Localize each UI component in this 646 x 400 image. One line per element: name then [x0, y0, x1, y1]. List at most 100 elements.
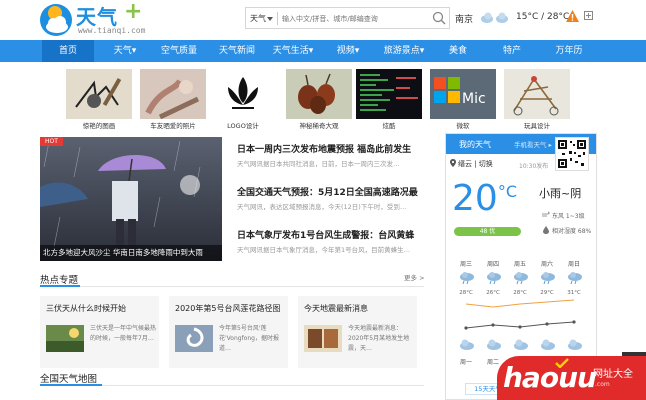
thumb-caption[interactable]: 玩具设计	[504, 120, 570, 130]
widget-humidity: 相对湿度 68%	[552, 228, 592, 235]
main-nav: 首页 天气▾ 空气质量 天气新闻 天气生活▾ 视频▾ 旅游景点▾ 美食 特产 万…	[0, 40, 646, 62]
humidity-icon	[543, 226, 549, 234]
promo-text: 网址大全	[593, 369, 633, 380]
aqi-badge[interactable]: 48 优	[454, 227, 521, 236]
more-link[interactable]: 更多 >	[404, 272, 425, 282]
topic-image[interactable]	[46, 325, 84, 352]
nav-travel[interactable]: 旅游景点▾	[378, 40, 430, 62]
thumb-drawing[interactable]	[66, 69, 132, 119]
forecast-high: 31°C	[567, 290, 581, 296]
widget-condition: 小雨~阴	[539, 187, 582, 200]
hot-topics-title: 热点专题	[40, 275, 79, 286]
location-pin-icon	[450, 159, 456, 167]
promo-url: .com	[595, 381, 610, 388]
news-desc: 天气网讯据日本共同社消息，日前，日本一周内三次发…	[237, 160, 400, 168]
nav-weather-news[interactable]: 天气新闻	[210, 40, 264, 62]
forecast-high: 28°C	[513, 290, 527, 296]
topic-title[interactable]: 2020年第5号台风莲花路径图	[175, 303, 285, 314]
news-title[interactable]: 日本气象厅发布1号台风生成警报：台风黄蜂	[237, 228, 420, 241]
rain-cloud-icon	[568, 272, 582, 285]
cloudy-icon	[541, 339, 555, 350]
rain-cloud-icon	[541, 272, 555, 285]
checkmark-icon	[555, 358, 569, 368]
rain-cloud-icon	[460, 272, 474, 285]
expand-icon[interactable]	[584, 11, 593, 20]
forecast-day: 周一	[459, 359, 472, 366]
search-input[interactable]	[282, 12, 430, 25]
nav-air-quality[interactable]: 空气质量	[154, 40, 204, 62]
forecast-high: 28°C	[459, 290, 473, 296]
thumb-toy-design[interactable]	[504, 69, 570, 119]
topic-desc: 今天地震最新消息：2020年5月某地发生地震，天…	[348, 325, 410, 352]
news-desc: 天气网讯据日本气象厅消息，今年第1号台风，目前黄蜂生…	[237, 246, 411, 254]
topic-image[interactable]	[175, 325, 213, 352]
forecast-day: 周日	[567, 261, 580, 268]
current-city[interactable]: 南京	[455, 12, 473, 25]
nav-food[interactable]: 美食	[440, 40, 476, 62]
rain-cloud-icon	[487, 272, 501, 285]
forecast-day: 周三	[459, 261, 472, 268]
thumb-cool[interactable]	[356, 69, 422, 119]
nav-specialty[interactable]: 特产	[494, 40, 530, 62]
forecast-day: 周四	[486, 261, 499, 268]
topic-desc: 三伏天是一年中气候最热的时候，一般每年7月…	[90, 325, 156, 342]
warning-icon[interactable]	[566, 10, 579, 22]
topic-title[interactable]: 今天地震最新消息	[304, 303, 414, 314]
rain-cloud-icon	[514, 272, 528, 285]
topic-card[interactable]: 2020年第5号台风莲花路径图 今年第5号台风'莲花'Vongfong，据时报道…	[169, 296, 288, 368]
nav-weather[interactable]: 天气▾	[104, 40, 146, 62]
thumb-caption[interactable]: 神秘稀奇大观	[286, 120, 352, 130]
search-type-select[interactable]: 天气	[250, 13, 266, 24]
section-underline	[40, 384, 102, 386]
mobile-weather-link[interactable]: 手机看天气 ▸	[514, 139, 552, 149]
cloudy-icon	[487, 339, 501, 350]
logo-url: www.tianqi.com	[78, 26, 146, 35]
thumb-caption[interactable]: 微软	[430, 120, 496, 130]
hot-badge: HOT	[40, 137, 63, 146]
thumb-mystery[interactable]	[286, 69, 352, 119]
thumb-caption[interactable]: 炫酷	[356, 120, 422, 130]
section-underline	[40, 285, 80, 287]
thumb-car-photo[interactable]	[140, 69, 206, 119]
svg-text:Mic: Mic	[462, 91, 486, 107]
qr-code-icon	[555, 137, 589, 171]
thumb-microsoft[interactable]: Mic	[430, 69, 496, 119]
national-map-title[interactable]: 全国天气地图	[40, 371, 97, 385]
featured-image[interactable]: HOT 北方多地迎大风沙尘 华南日南多地降雨中到大雨	[40, 137, 222, 261]
temp-value: 20	[452, 178, 498, 219]
temperature-trend-chart	[464, 299, 576, 330]
nav-calendar[interactable]: 万年历	[548, 40, 590, 62]
nav-home[interactable]: 首页	[42, 40, 94, 62]
thumb-logo-design[interactable]	[210, 69, 276, 119]
chevron-down-icon	[267, 17, 273, 21]
widget-publish-time: 10:30发布	[519, 163, 549, 170]
cloudy-icon	[568, 339, 582, 350]
topic-card[interactable]: 今天地震最新消息 今天地震最新消息：2020年5月某地发生地震，天…	[298, 296, 417, 368]
search-divider	[277, 12, 278, 25]
promo-logo: haouu	[503, 361, 597, 394]
forecast-day: 周五	[513, 261, 526, 268]
topic-title[interactable]: 三伏天从什么时候开始	[46, 303, 156, 314]
news-title[interactable]: 日本一周内三次发布地震预报 福岛此前发生	[237, 142, 420, 155]
featured-photo	[40, 137, 222, 261]
topic-card[interactable]: 三伏天从什么时候开始 三伏天是一年中气候最热的时候，一般每年7月…	[40, 296, 159, 368]
logo-plus: +	[124, 0, 143, 24]
logo-icon[interactable]	[40, 4, 72, 36]
cloud-icon	[46, 16, 68, 33]
thumb-caption[interactable]: 惊艳的图画	[66, 120, 132, 130]
news-title[interactable]: 全国交通天气预报：5月12日全国高速路况最	[237, 185, 420, 198]
topic-desc: 今年第5号台风'莲花'Vongfong，据时报道…	[219, 325, 279, 352]
thumb-caption[interactable]: LOGO设计	[210, 120, 276, 130]
thumb-caption[interactable]: 车友晒爱的照片	[140, 120, 206, 130]
cloudy-icon	[481, 12, 508, 23]
promo-badge[interactable]: haouu 网址大全 .com	[497, 356, 646, 400]
widget-city-switch[interactable]: 缙云 | 切换	[458, 159, 493, 169]
wind-icon	[542, 211, 550, 217]
featured-caption[interactable]: 北方多地迎大风沙尘 华南日南多地降雨中到大雨	[40, 245, 222, 261]
search-button[interactable]	[431, 10, 447, 26]
nav-video[interactable]: 视频▾	[330, 40, 366, 62]
topic-image[interactable]	[304, 325, 342, 352]
widget-current-temp: 20°C	[452, 178, 517, 219]
nav-weather-life[interactable]: 天气生活▾	[268, 40, 318, 62]
current-temp: 15°C / 28°C	[516, 12, 570, 22]
